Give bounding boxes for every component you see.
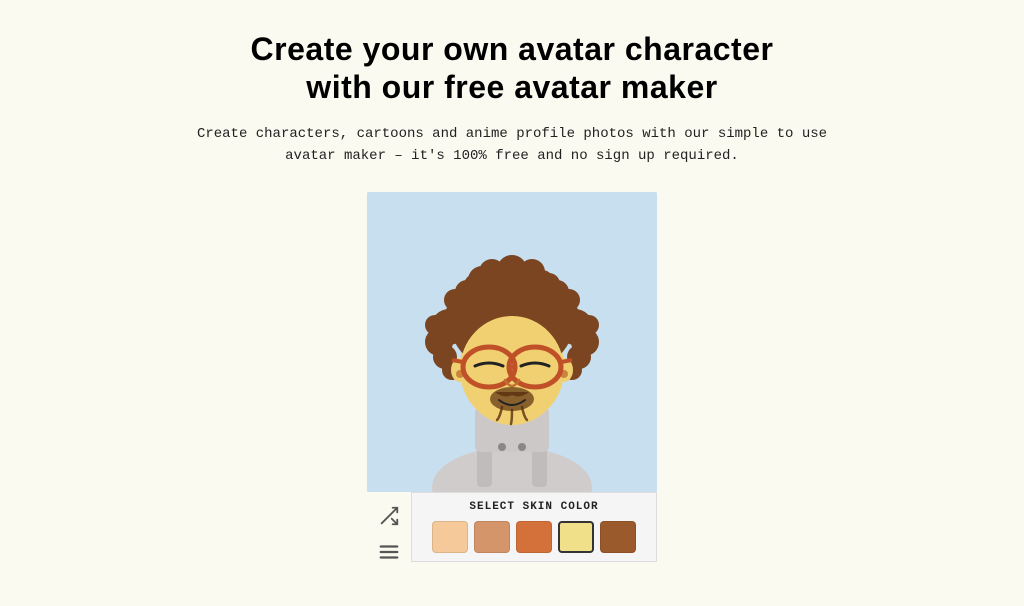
icon-buttons-panel <box>367 492 411 576</box>
skin-swatch-medium-light[interactable] <box>474 521 510 553</box>
skin-swatch-light[interactable] <box>432 521 468 553</box>
shuffle-button[interactable] <box>373 500 405 532</box>
skin-swatch-medium[interactable] <box>516 521 552 553</box>
menu-button[interactable] <box>373 536 405 568</box>
skin-color-swatches <box>422 521 646 553</box>
avatar-area: SELECT SKIN COLOR <box>367 192 657 576</box>
page-subtitle: Create characters, cartoons and anime pr… <box>182 123 842 168</box>
skin-color-label: SELECT SKIN COLOR <box>422 501 646 513</box>
avatar-canvas <box>367 192 657 492</box>
avatar-illustration <box>367 192 657 492</box>
skin-swatch-yellow[interactable] <box>558 521 594 553</box>
skin-color-panel: SELECT SKIN COLOR <box>411 492 657 562</box>
controls-row: SELECT SKIN COLOR <box>367 492 657 576</box>
skin-swatch-dark[interactable] <box>600 521 636 553</box>
page-title: Create your own avatar character with ou… <box>251 30 774 107</box>
